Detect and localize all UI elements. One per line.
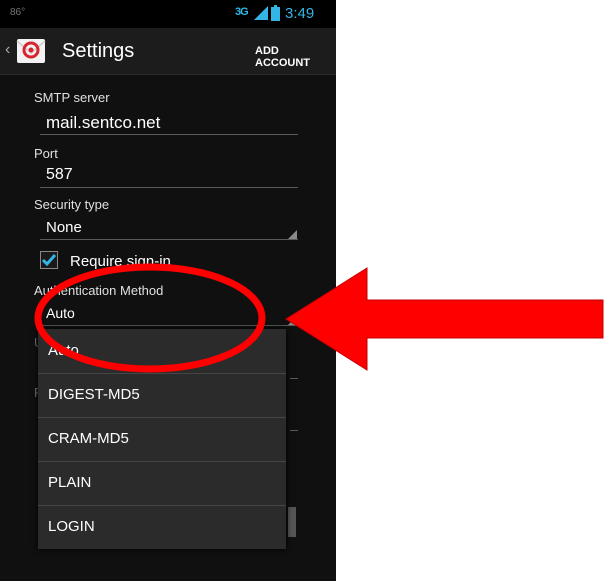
pointer-arrow-icon <box>285 267 604 371</box>
annotation-overlay <box>34 263 604 373</box>
highlight-ellipse <box>34 263 266 373</box>
